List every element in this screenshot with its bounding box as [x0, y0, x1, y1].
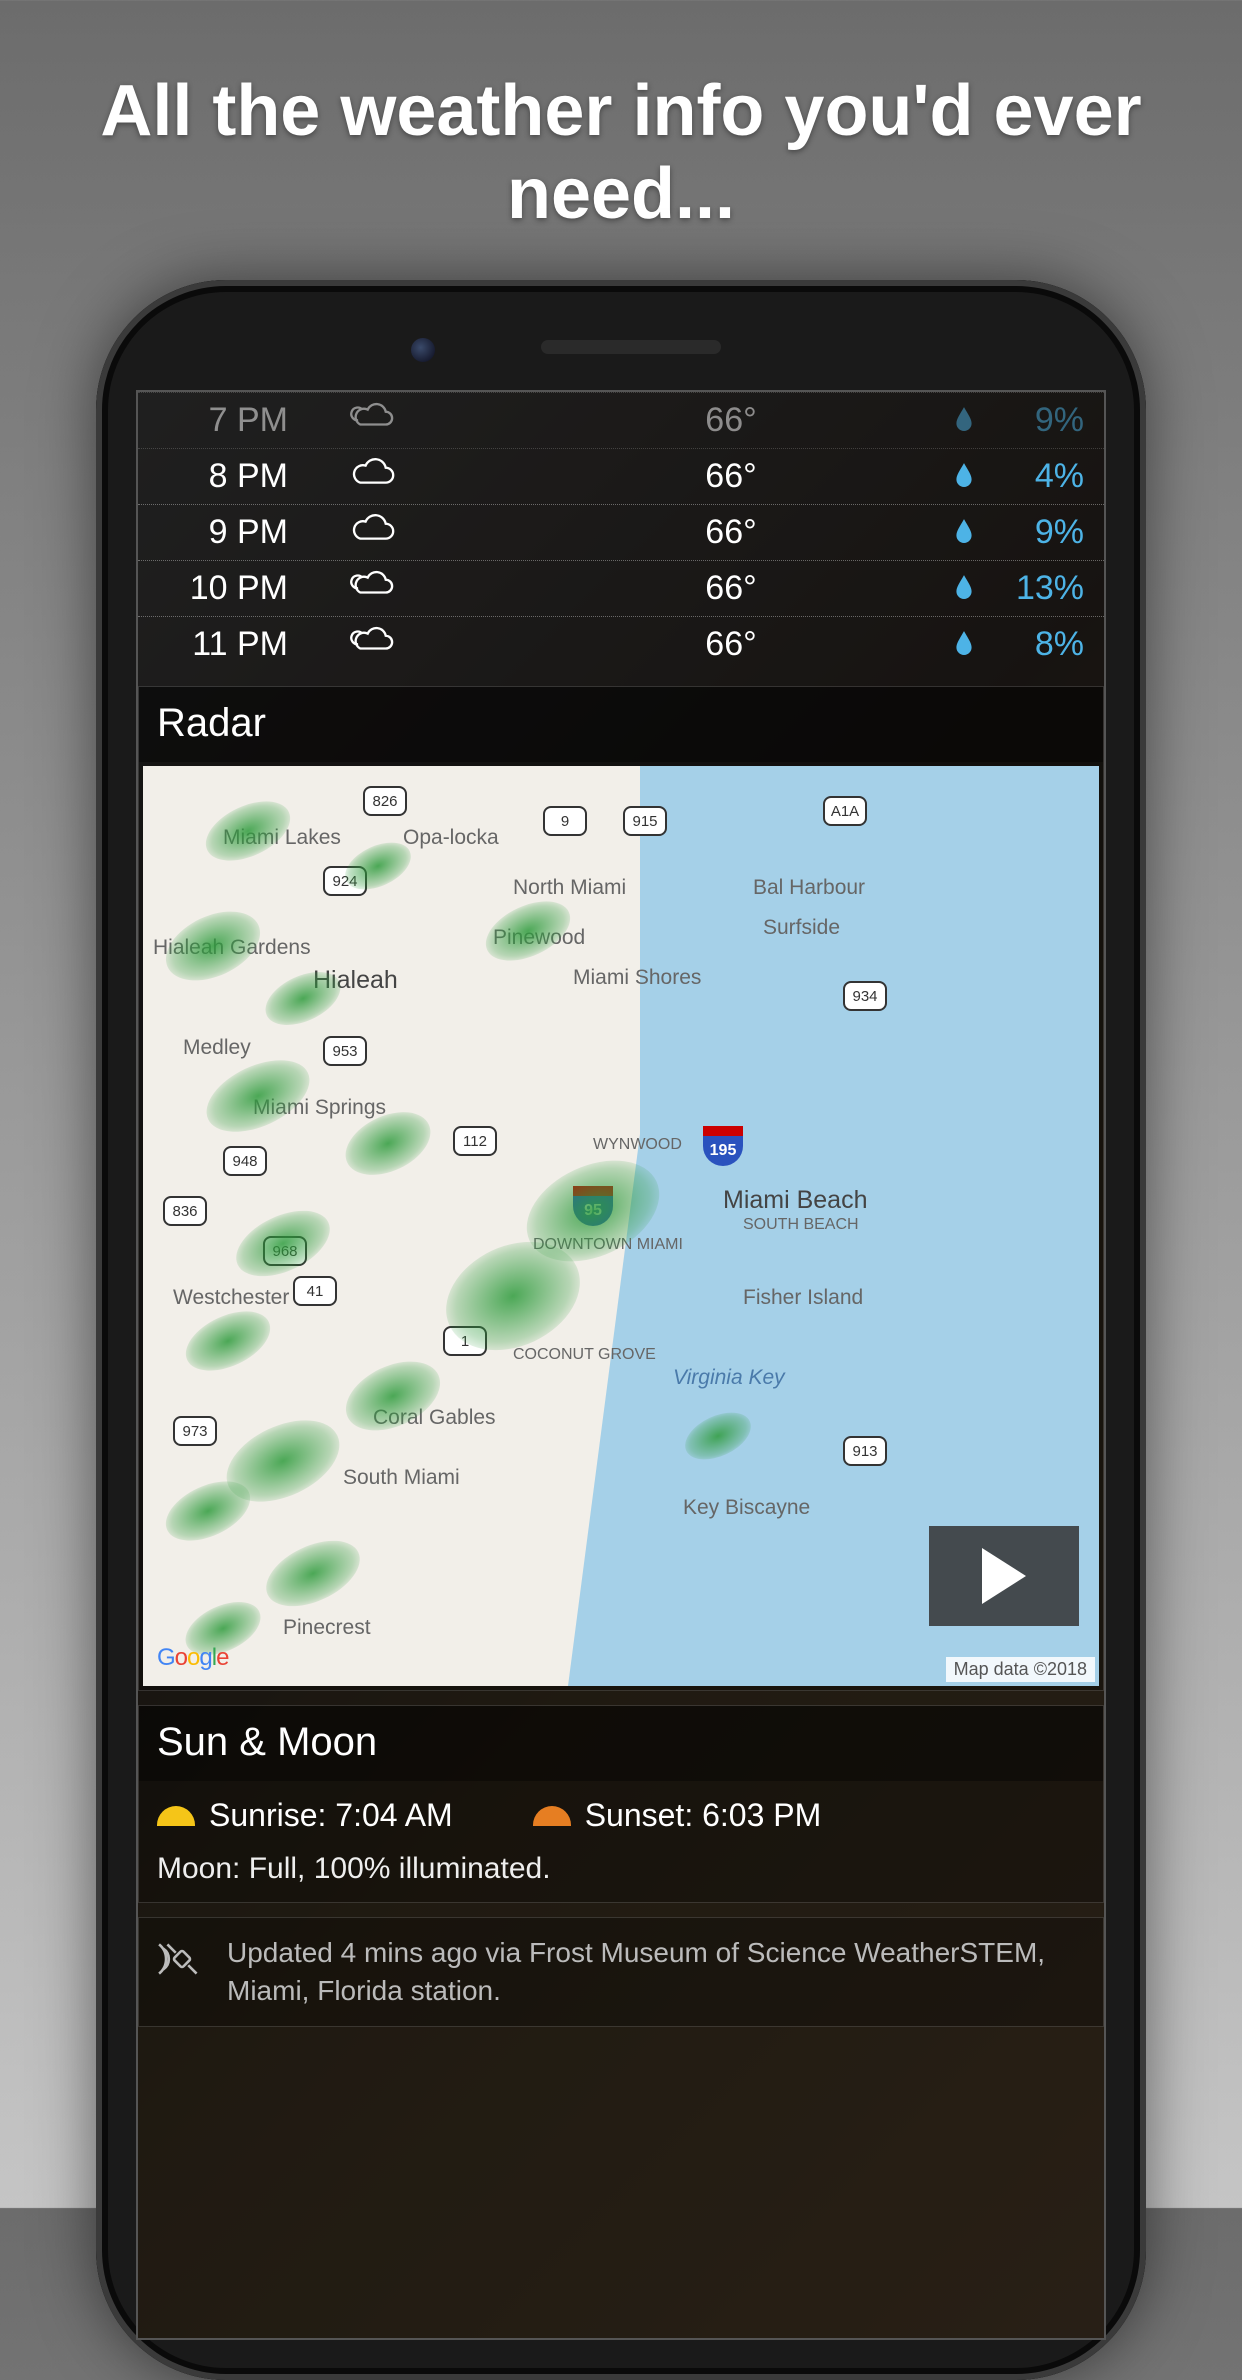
- hourly-row[interactable]: 9 PM 66° 9%: [138, 505, 1104, 561]
- hourly-precip: 13%: [984, 569, 1084, 608]
- cloudy-icon: [318, 511, 428, 554]
- raindrop-icon: [944, 513, 984, 552]
- raindrop-icon: [944, 569, 984, 608]
- sunrise-item: Sunrise: 7:04 AM: [157, 1797, 453, 1834]
- highway-shield: 836: [163, 1196, 207, 1226]
- highway-shield: 915: [623, 806, 667, 836]
- map-label: Bal Harbour: [753, 876, 865, 900]
- data-source-section: Updated 4 mins ago via Frost Museum of S…: [138, 1917, 1104, 2027]
- phone-speaker: [541, 340, 721, 354]
- raindrop-icon: [944, 401, 984, 440]
- google-logo: Google: [157, 1644, 228, 1672]
- moon-phase-text: Moon: Full, 100% illuminated.: [157, 1852, 1085, 1886]
- radar-play-button[interactable]: [929, 1526, 1079, 1626]
- map-label: South Miami: [343, 1466, 460, 1490]
- sunset-label: Sunset: 6:03 PM: [585, 1797, 822, 1834]
- map-label: Miami Beach: [723, 1186, 868, 1215]
- hourly-row[interactable]: 7 PM 66° 9%: [138, 392, 1104, 449]
- map-label: Fisher Island: [743, 1286, 863, 1310]
- hourly-row[interactable]: 10 PM 66° 13%: [138, 561, 1104, 617]
- map-label: Virginia Key: [673, 1366, 785, 1390]
- map-label: Miami Shores: [573, 966, 701, 990]
- hourly-forecast-list[interactable]: 7 PM 66° 9% 8 PM: [138, 392, 1104, 672]
- hourly-temp: 66°: [428, 513, 944, 552]
- hourly-row[interactable]: 8 PM 66° 4%: [138, 449, 1104, 505]
- hourly-precip: 4%: [984, 457, 1084, 496]
- radar-precipitation: [197, 789, 300, 872]
- highway-shield: A1A: [823, 796, 867, 826]
- app-screen: 7 PM 66° 9% 8 PM: [136, 390, 1106, 2340]
- map-label: Key Biscayne: [683, 1496, 810, 1520]
- hourly-row[interactable]: 11 PM 66° 8%: [138, 617, 1104, 672]
- sun-moon-section: Sun & Moon Sunrise: 7:04 AM Sunset: 6:03…: [138, 1705, 1104, 1903]
- radar-title: Radar: [139, 687, 1103, 762]
- hourly-precip: 8%: [984, 625, 1084, 664]
- hourly-temp: 66°: [428, 569, 944, 608]
- radar-precipitation: [155, 898, 271, 995]
- interstate-shield: 195: [703, 1126, 743, 1166]
- highway-shield: 41: [293, 1276, 337, 1306]
- sunrise-icon: [157, 1806, 195, 1826]
- cloudy-icon: [318, 455, 428, 498]
- highway-shield: 112: [453, 1126, 497, 1156]
- hourly-time: 8 PM: [158, 457, 318, 496]
- phone-device-frame: 7 PM 66° 9% 8 PM: [96, 280, 1146, 2380]
- map-label: WYNWOOD: [593, 1136, 682, 1154]
- radar-precipitation: [177, 1299, 280, 1382]
- satellite-icon: [157, 1934, 207, 1994]
- highway-shield: 948: [223, 1146, 267, 1176]
- hourly-temp: 66°: [428, 401, 944, 440]
- raindrop-icon: [944, 625, 984, 664]
- map-label: Surfside: [763, 916, 840, 940]
- sunrise-label: Sunrise: 7:04 AM: [209, 1797, 453, 1834]
- promo-headline: All the weather info you'd ever need...: [0, 0, 1242, 276]
- map-label: COCONUT GROVE: [513, 1346, 656, 1364]
- map-label: North Miami: [513, 876, 626, 900]
- map-label: Opa-locka: [403, 826, 499, 850]
- hourly-precip: 9%: [984, 513, 1084, 552]
- map-attribution: Map data ©2018: [946, 1657, 1095, 1682]
- hourly-precip: 9%: [984, 401, 1084, 440]
- highway-shield: 913: [843, 1436, 887, 1466]
- phone-camera: [411, 338, 435, 362]
- play-icon: [982, 1548, 1026, 1604]
- raindrop-icon: [944, 457, 984, 496]
- hourly-time: 9 PM: [158, 513, 318, 552]
- map-label: Westchester: [173, 1286, 289, 1310]
- map-label: Medley: [183, 1036, 251, 1060]
- highway-shield: 826: [363, 786, 407, 816]
- hourly-temp: 66°: [428, 457, 944, 496]
- sunset-item: Sunset: 6:03 PM: [533, 1797, 822, 1834]
- radar-precipitation: [256, 1527, 370, 1619]
- highway-shield: 973: [173, 1416, 217, 1446]
- partly-cloudy-night-icon: [318, 623, 428, 666]
- highway-shield: 934: [843, 981, 887, 1011]
- highway-shield: 9: [543, 806, 587, 836]
- map-label: SOUTH BEACH: [743, 1216, 859, 1234]
- hourly-time: 11 PM: [158, 625, 318, 664]
- hourly-temp: 66°: [428, 625, 944, 664]
- sun-moon-title: Sun & Moon: [139, 1706, 1103, 1781]
- hourly-time: 7 PM: [158, 401, 318, 440]
- radar-map[interactable]: Miami Lakes Opa-locka North Miami Bal Ha…: [143, 766, 1099, 1686]
- radar-section: Radar Miami Lakes Opa-locka North Miami …: [138, 686, 1104, 1691]
- partly-cloudy-night-icon: [318, 399, 428, 442]
- sunset-icon: [533, 1806, 571, 1826]
- highway-shield: 953: [323, 1036, 367, 1066]
- partly-cloudy-night-icon: [318, 567, 428, 610]
- hourly-time: 10 PM: [158, 569, 318, 608]
- radar-precipitation: [477, 889, 580, 972]
- map-label: Pinecrest: [283, 1616, 371, 1640]
- update-text: Updated 4 mins ago via Frost Museum of S…: [227, 1934, 1085, 2010]
- radar-precipitation: [195, 1046, 320, 1147]
